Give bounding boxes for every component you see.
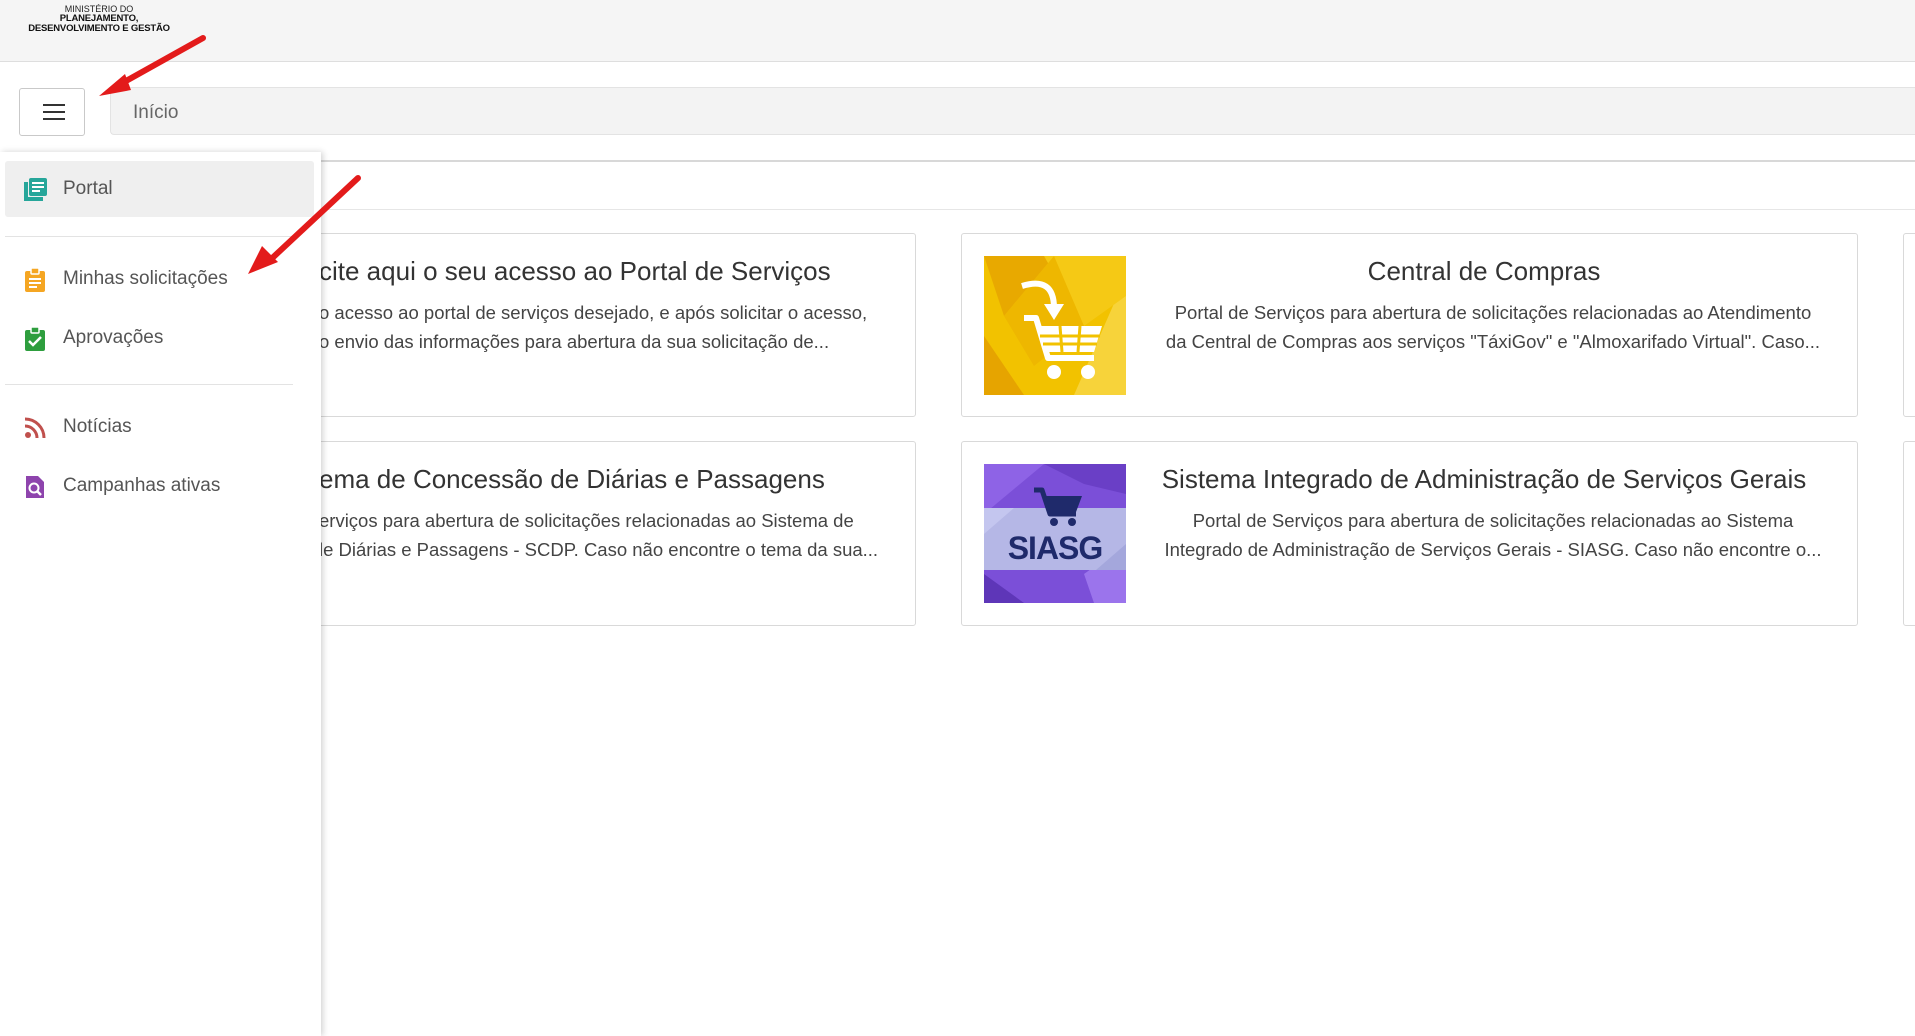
sidebar-menu: Portal Minhas solicitações Aprovações No… xyxy=(0,152,321,1036)
sidebar-item-aprovacoes[interactable]: Aprovações xyxy=(5,310,314,366)
hamburger-menu-icon-bar xyxy=(43,111,65,113)
card-desc-line: le Diárias e Passagens - SCDP. Caso não … xyxy=(319,539,879,560)
card-desc-line: erviços para abertura de solicitações re… xyxy=(319,510,854,531)
hamburger-menu-icon-bar xyxy=(43,118,65,120)
siasg-image: SIASG xyxy=(984,464,1126,603)
service-card-portal-access[interactable]: cite aqui o seu acesso ao Portal de Serv… xyxy=(280,233,916,417)
card-description: o acesso ao portal de serviços desejado,… xyxy=(319,298,909,356)
breadcrumb: Início xyxy=(110,87,1915,135)
search-bar-area xyxy=(300,160,1915,210)
breadcrumb-home[interactable]: Início xyxy=(133,102,178,124)
card-description: erviços para abertura de solicitações re… xyxy=(319,506,909,564)
card-desc-line: Portal de Serviços para abertura de soli… xyxy=(1174,302,1812,323)
sidebar-item-label: Notícias xyxy=(63,416,132,437)
card-title: Sistema Integrado de Administração de Se… xyxy=(1161,464,1807,494)
card-title: Central de Compras xyxy=(1367,256,1601,286)
card-desc-line: Portal de Serviços para abertura de soli… xyxy=(1192,510,1794,531)
card-title: cite aqui o seu acesso ao Portal de Serv… xyxy=(319,256,831,286)
card-desc-line: o acesso ao portal de serviços desejado,… xyxy=(319,302,868,323)
sidebar-item-label: Minhas solicitações xyxy=(63,268,228,289)
service-card-scdp[interactable]: ema de Concessão de Diárias e Passagens … xyxy=(280,441,916,626)
service-card-partial[interactable] xyxy=(1903,441,1915,626)
card-desc-line: da Central de Compras aos serviços "Táxi… xyxy=(1165,331,1821,352)
annotation-arrow-solicitacoes xyxy=(248,175,361,274)
sidebar-item-label: Aprovações xyxy=(63,327,164,348)
service-card-partial[interactable] xyxy=(1903,233,1915,417)
card-desc-line: Integrado de Administração de Serviços G… xyxy=(1164,539,1822,560)
rss-icon xyxy=(24,417,46,439)
clipboard-icon xyxy=(25,267,45,292)
card-description: Portal de Serviços para abertura de soli… xyxy=(1148,298,1838,356)
hamburger-menu-button[interactable] xyxy=(19,88,85,136)
sidebar-divider xyxy=(5,384,293,385)
annotation-arrow-menu xyxy=(99,35,206,96)
shopping-cart-image xyxy=(984,256,1126,395)
sidebar-item-noticias[interactable]: Notícias xyxy=(5,399,314,455)
siasg-image-text: SIASG xyxy=(1007,530,1104,566)
card-desc-line: o envio das informações para abertura da… xyxy=(319,331,830,352)
portal-icon xyxy=(24,178,47,201)
top-header: MINISTÉRIO DO PLANEJAMENTO, DESENVOLVIME… xyxy=(0,0,1915,62)
service-card-siasg[interactable]: SIASG Sistema Integrado de Administração… xyxy=(961,441,1858,626)
sidebar-item-campanhas-ativas[interactable]: Campanhas ativas xyxy=(5,458,314,514)
card-description: Portal de Serviços para abertura de soli… xyxy=(1148,506,1838,564)
clipboard-check-icon xyxy=(25,326,45,351)
campaign-search-icon xyxy=(26,476,44,498)
hamburger-menu-icon xyxy=(43,104,65,106)
card-title: ema de Concessão de Diárias e Passagens xyxy=(319,464,825,494)
sidebar-item-label: Campanhas ativas xyxy=(63,475,221,496)
sidebar-item-label: Portal xyxy=(63,178,113,199)
service-card-central-compras[interactable]: Central de Compras Portal de Serviços pa… xyxy=(961,233,1858,417)
